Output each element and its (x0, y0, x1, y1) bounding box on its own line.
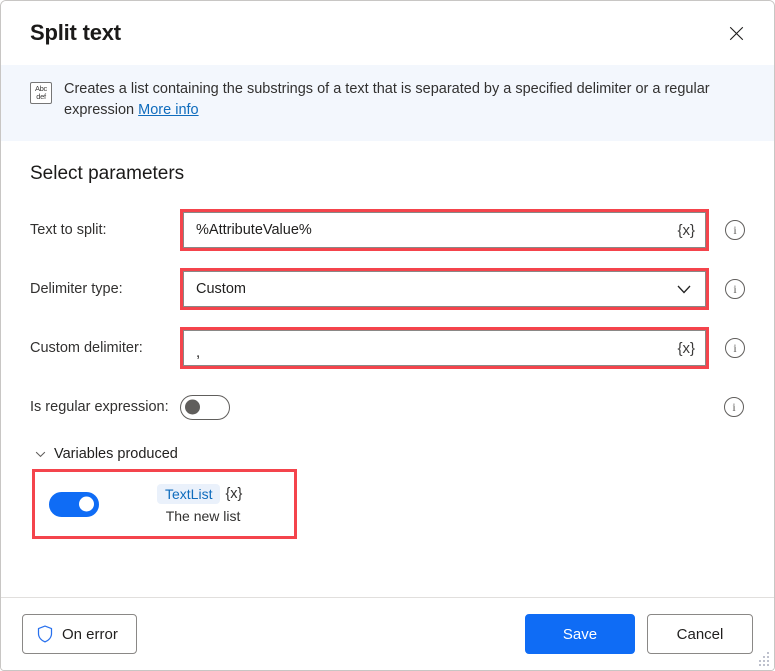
chevron-down-glyph (677, 285, 691, 294)
chevron-down-icon (35, 451, 46, 458)
close-button[interactable] (714, 13, 758, 53)
custom-delimiter-input[interactable]: , {x} (183, 330, 706, 366)
more-info-link[interactable]: More info (138, 102, 198, 118)
cancel-label: Cancel (677, 626, 724, 643)
info-icon[interactable]: i (725, 279, 745, 299)
info-icon[interactable]: i (725, 338, 745, 358)
variable-description: The new list (166, 508, 243, 524)
on-error-label: On error (62, 626, 118, 643)
variables-produced-header[interactable]: Variables produced (35, 446, 745, 462)
textlist-variable-toggle[interactable] (49, 492, 99, 517)
info-icon[interactable]: i (724, 397, 744, 417)
expression-picker-icon[interactable]: {x} (671, 340, 699, 357)
dialog-body: Select parameters Text to split: %Attrib… (1, 141, 774, 597)
label-delimiter-type: Delimiter type: (30, 281, 180, 297)
field-row-delimiter-type: Delimiter type: Custom i (30, 268, 745, 310)
highlight-box-delimiter-type: Custom (180, 268, 709, 310)
save-button[interactable]: Save (525, 614, 635, 654)
dialog-title: Split text (30, 20, 121, 46)
save-label: Save (563, 626, 597, 643)
field-row-is-regular-expression: Is regular expression: i (30, 386, 745, 428)
text-abc-icon: Abc def (30, 82, 52, 104)
section-title: Select parameters (30, 163, 745, 185)
variable-name-row: TextList {x} (157, 484, 242, 504)
label-custom-delimiter: Custom delimiter: (30, 340, 180, 356)
cancel-button[interactable]: Cancel (647, 614, 753, 654)
variable-name-chip[interactable]: TextList (157, 484, 220, 504)
resize-grip-icon[interactable] (756, 652, 770, 666)
banner-text: Creates a list containing the substrings… (64, 79, 734, 121)
highlight-box-variables-produced: TextList {x} The new list (32, 469, 297, 539)
field-row-text-to-split: Text to split: %AttributeValue% {x} i (30, 209, 745, 251)
field-row-custom-delimiter: Custom delimiter: , {x} i (30, 327, 745, 369)
text-to-split-input[interactable]: %AttributeValue% {x} (183, 212, 706, 248)
label-text-to-split: Text to split: (30, 222, 180, 238)
chevron-down-glyph (35, 451, 46, 458)
dialog-footer: On error Save Cancel (1, 597, 774, 670)
delimiter-type-select[interactable]: Custom (183, 271, 706, 307)
dialog-titlebar: Split text (1, 1, 774, 65)
info-icon[interactable]: i (725, 220, 745, 240)
toggle-knob (79, 497, 94, 512)
is-regular-expression-toggle[interactable] (180, 395, 230, 420)
split-text-dialog: Split text Abc def Creates a list contai… (0, 0, 775, 671)
abc-icon-line2: def (36, 93, 46, 101)
toggle-knob (185, 400, 200, 415)
chevron-down-icon[interactable] (671, 285, 699, 294)
highlight-box-custom-delimiter: , {x} (180, 327, 709, 369)
text-to-split-value: %AttributeValue% (196, 222, 671, 238)
shield-icon (37, 625, 53, 643)
on-error-button[interactable]: On error (22, 614, 137, 654)
highlight-box-text-to-split: %AttributeValue% {x} (180, 209, 709, 251)
description-banner: Abc def Creates a list containing the su… (1, 65, 774, 141)
close-icon (729, 26, 744, 41)
custom-delimiter-value: , (196, 344, 671, 361)
expression-picker-icon[interactable]: {x} (225, 486, 242, 502)
variable-info: TextList {x} The new list (157, 484, 242, 524)
delimiter-type-value: Custom (196, 281, 671, 297)
label-is-regular-expression: Is regular expression: (30, 399, 180, 415)
expression-picker-icon[interactable]: {x} (671, 222, 699, 239)
variables-produced-label: Variables produced (54, 446, 178, 462)
